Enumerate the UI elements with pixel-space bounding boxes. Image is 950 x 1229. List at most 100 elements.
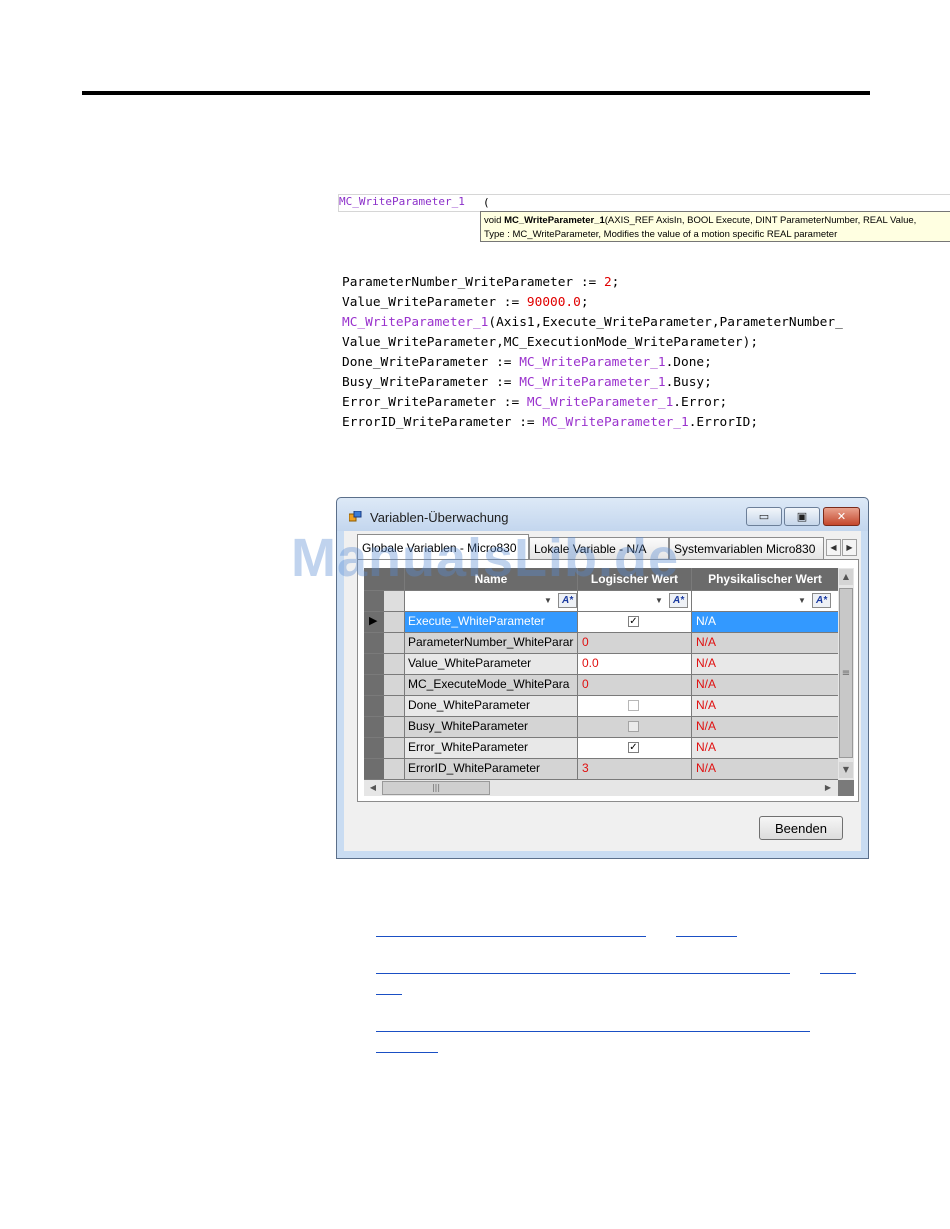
physical-value-cell[interactable]: N/A: [692, 633, 838, 653]
maximize-icon: ▣: [796, 510, 808, 523]
tooltip-function-name: MC_WriteParameter_1: [504, 215, 605, 226]
tab-scroll-left-button[interactable]: ◀: [826, 539, 841, 556]
column-header-physical-value[interactable]: Physikalischer Wert: [692, 568, 838, 590]
filter-name[interactable]: ▼ A*: [405, 591, 577, 611]
maximize-button[interactable]: ▣: [784, 507, 820, 526]
link-underline[interactable]: [676, 936, 737, 937]
variables-grid[interactable]: Name Logischer Wert Physikalischer Wert …: [364, 568, 854, 796]
close-window-button[interactable]: ✕: [823, 507, 860, 526]
row-pointer-icon: ▶: [369, 615, 378, 627]
vertical-scroll-thumb[interactable]: ≡: [839, 588, 853, 758]
filter-edit-icon[interactable]: A*: [812, 593, 831, 608]
chevron-down-icon[interactable]: ▼: [655, 591, 663, 610]
logical-value-cell[interactable]: ✓: [578, 738, 691, 758]
row-header[interactable]: ▶: [364, 612, 384, 632]
filter-row-spacer: [384, 591, 404, 611]
filter-edit-icon[interactable]: A*: [669, 593, 688, 608]
checkbox-unchecked-icon[interactable]: [628, 700, 639, 711]
chevron-down-icon[interactable]: ▼: [798, 591, 806, 610]
link-underline[interactable]: [376, 973, 790, 974]
top-rule: [82, 91, 870, 95]
close-button[interactable]: Beenden: [759, 816, 843, 840]
horizontal-scrollbar[interactable]: ◀ ||| ▶: [364, 780, 838, 796]
row-expander: [384, 696, 404, 716]
row-header[interactable]: [364, 717, 384, 737]
variable-name-cell[interactable]: Error_WhiteParameter: [405, 738, 577, 758]
logical-value-cell[interactable]: ✓: [578, 612, 691, 632]
logical-value-cell[interactable]: 3: [578, 759, 691, 779]
row-header[interactable]: [364, 738, 384, 758]
row-expander: [384, 612, 404, 632]
code-block: ParameterNumber_WriteParameter := 2; Valu…: [342, 273, 843, 433]
checkbox-checked-icon[interactable]: ✓: [628, 616, 639, 627]
link-underline[interactable]: [376, 1052, 438, 1053]
checkbox-checked-icon[interactable]: ✓: [628, 742, 639, 753]
code-line-1: ParameterNumber_WriteParameter := 2;: [342, 275, 620, 290]
physical-value-cell[interactable]: N/A: [692, 717, 838, 737]
row-header[interactable]: [364, 633, 384, 653]
row-header[interactable]: [364, 759, 384, 779]
logical-value-cell[interactable]: 0.0: [578, 654, 691, 674]
link-underline[interactable]: [376, 994, 402, 995]
variable-name-cell[interactable]: MC_ExecuteMode_WhitePara: [405, 675, 577, 695]
variable-name-cell[interactable]: ErrorID_WhiteParameter: [405, 759, 577, 779]
physical-value-cell[interactable]: N/A: [692, 696, 838, 716]
row-expander: [384, 633, 404, 653]
row-header[interactable]: [364, 675, 384, 695]
physical-value-cell[interactable]: N/A: [692, 738, 838, 758]
variable-name-cell[interactable]: ParameterNumber_WhiteParar: [405, 633, 577, 653]
filter-edit-icon[interactable]: A*: [558, 593, 577, 608]
logical-value-cell[interactable]: [578, 696, 691, 716]
variable-name-cell[interactable]: Value_WhiteParameter: [405, 654, 577, 674]
code-line-8: ErrorID_WriteParameter := MC_WriteParame…: [342, 415, 759, 430]
checkbox-unchecked-icon[interactable]: [628, 721, 639, 732]
row-header[interactable]: [364, 696, 384, 716]
vertical-scrollbar[interactable]: ▲ ≡ ▼: [838, 568, 854, 780]
link-underline[interactable]: [376, 1031, 810, 1032]
logical-value-cell[interactable]: 0: [578, 675, 691, 695]
close-icon: ✕: [836, 510, 847, 523]
tab-scroll-right-button[interactable]: ▶: [842, 539, 857, 556]
chevron-down-icon[interactable]: ▼: [544, 591, 552, 610]
scroll-down-icon[interactable]: ▼: [839, 762, 853, 778]
physical-value-cell[interactable]: N/A: [692, 654, 838, 674]
minimize-button[interactable]: ▭: [746, 507, 782, 526]
intellisense-tooltip: void MC_WriteParameter_1(AXIS_REF AxisIn…: [480, 211, 950, 242]
link-underline[interactable]: [820, 973, 856, 974]
code-line-2: Value_WriteParameter := 90000.0;: [342, 295, 589, 310]
row-expander: [384, 717, 404, 737]
scroll-right-icon[interactable]: ▶: [821, 781, 835, 795]
code-line-5: Done_WriteParameter := MC_WriteParameter…: [342, 355, 712, 370]
logical-value-cell[interactable]: [578, 717, 691, 737]
row-header[interactable]: [364, 654, 384, 674]
window-title: Variablen-Überwachung: [370, 510, 509, 525]
code-line-7: Error_WriteParameter := MC_WriteParamete…: [342, 395, 728, 410]
row-expander: [384, 654, 404, 674]
physical-value-cell[interactable]: N/A: [692, 759, 838, 779]
editor-caret: (: [483, 196, 490, 209]
scroll-up-icon[interactable]: ▲: [839, 569, 853, 585]
physical-value-cell[interactable]: N/A: [692, 675, 838, 695]
logical-value-cell[interactable]: 0: [578, 633, 691, 653]
link-underline[interactable]: [376, 936, 646, 937]
chevron-left-icon: ◀: [830, 543, 837, 552]
filter-logical-value[interactable]: ▼ A*: [578, 591, 691, 611]
variable-name-cell[interactable]: Done_WhiteParameter: [405, 696, 577, 716]
tooltip-parameters: (AXIS_REF AxisIn, BOOL Execute, DINT Par…: [604, 215, 917, 226]
watermark: ManualsLib.de: [291, 528, 680, 588]
chevron-right-icon: ▶: [846, 543, 853, 552]
filter-row-header: [364, 591, 384, 611]
variable-name-cell[interactable]: Execute_WhiteParameter: [405, 612, 577, 632]
row-expander: [384, 738, 404, 758]
tab-system-variables[interactable]: Systemvariablen Micro830: [669, 537, 824, 559]
scroll-left-icon[interactable]: ◀: [366, 781, 380, 795]
variable-name-cell[interactable]: Busy_WhiteParameter: [405, 717, 577, 737]
code-line-3: MC_WriteParameter_1(Axis1,Execute_WriteP…: [342, 315, 843, 330]
code-line-6: Busy_WriteParameter := MC_WriteParameter…: [342, 375, 712, 390]
tooltip-description: Type : MC_WriteParameter, Modifies the v…: [484, 229, 838, 240]
physical-value-cell[interactable]: N/A: [692, 612, 838, 632]
filter-physical-value[interactable]: ▼ A*: [692, 591, 838, 611]
row-expander: [384, 675, 404, 695]
app-icon: [349, 511, 362, 522]
horizontal-scroll-thumb[interactable]: |||: [382, 781, 490, 795]
